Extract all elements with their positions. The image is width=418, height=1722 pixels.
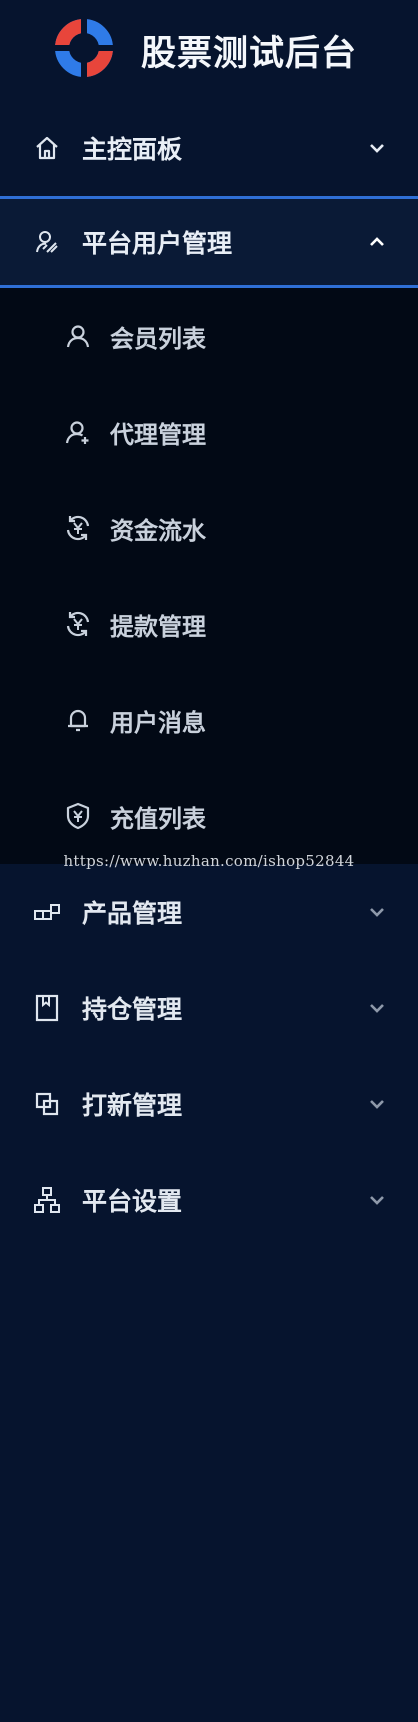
chevron-down-icon [368,139,386,157]
brand-header: 股票测试后台 [0,0,418,100]
submenu-item-user-messages[interactable]: 用户消息 [0,672,418,768]
submenu-label-withdrawal-management: 提款管理 [110,612,206,641]
user-plus-icon [64,418,92,446]
menu-item-ipo[interactable]: 打新管理 [0,1056,418,1152]
menu-item-dashboard[interactable]: 主控面板 [0,100,418,196]
submenu-item-recharge-list[interactable]: 充值列表 [0,768,418,864]
menu-label-positions: 持仓管理 [82,995,183,1024]
chevron-down-icon [368,1191,386,1209]
submenu-platform-users: 会员列表 代理管理 资金流水 提款管理 用户消息 充值列表 [0,288,418,864]
submenu-item-agent-management[interactable]: 代理管理 [0,384,418,480]
submenu-label-user-messages: 用户消息 [110,708,206,737]
menu-item-platform-users[interactable]: 平台用户管理 [0,199,418,285]
product-icon [32,897,62,927]
submenu-label-member-list: 会员列表 [110,324,206,353]
menu-label-ipo: 打新管理 [82,1091,183,1120]
sidebar: 股票测试后台 主控面板 平台用户管理 会员列表 代理管理 资金流水 提款管理 用… [0,0,418,1722]
bell-icon [64,706,92,734]
menu-item-products[interactable]: 产品管理 [0,864,418,960]
chevron-down-icon [368,999,386,1017]
logo-icon [52,17,115,83]
brand-title: 股票测试后台 [140,33,357,74]
submenu-label-fund-flow: 资金流水 [110,516,206,545]
home-icon [32,133,62,163]
submenu-item-withdrawal-management[interactable]: 提款管理 [0,576,418,672]
watermark-text: https://www.huzhan.com/ishop52844 [63,852,355,870]
submenu-item-fund-flow[interactable]: 资金流水 [0,480,418,576]
money-cycle-icon [64,514,92,542]
chevron-down-icon [368,1095,386,1113]
sitemap-icon [32,1185,62,1215]
menu-item-settings[interactable]: 平台设置 [0,1152,418,1248]
chevron-down-icon [368,903,386,921]
menu-label-platform-users: 平台用户管理 [82,229,233,258]
menu-label-settings: 平台设置 [82,1187,183,1216]
menu-label-products: 产品管理 [82,899,183,928]
copy-icon [32,1089,62,1119]
menu-item-positions[interactable]: 持仓管理 [0,960,418,1056]
user-icon [64,322,92,350]
submenu-item-member-list[interactable]: 会员列表 [0,288,418,384]
users-icon [32,227,62,257]
menu-lower: 产品管理 持仓管理 打新管理 平台设置 [0,864,418,1248]
menu-label-dashboard: 主控面板 [82,135,183,164]
submenu-label-recharge-list: 充值列表 [110,804,206,833]
money-cycle-icon [64,610,92,638]
chevron-up-icon [368,233,386,251]
shield-yen-icon [64,802,92,830]
bookmark-icon [32,993,62,1023]
submenu-label-agent-management: 代理管理 [110,420,206,449]
